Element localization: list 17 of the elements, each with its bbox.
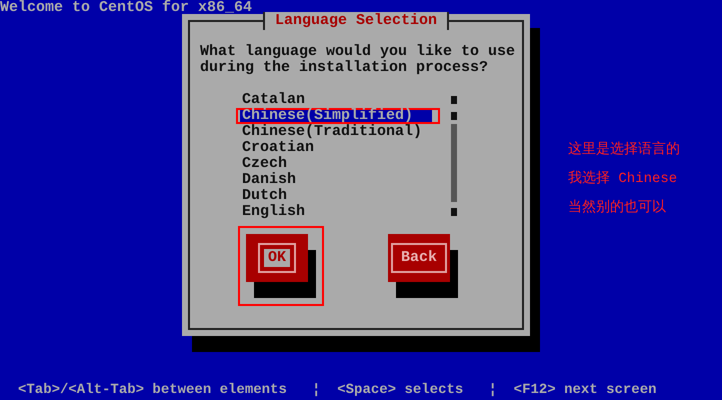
- language-item[interactable]: Croatian: [240, 140, 432, 156]
- language-item[interactable]: Chinese(Simplified): [240, 110, 432, 122]
- annotation-text: 这里是选择语言的: [568, 142, 680, 159]
- annotation-text: 当然别的也可以: [568, 200, 667, 217]
- language-item[interactable]: Danish: [240, 172, 432, 188]
- language-item[interactable]: English: [240, 204, 432, 220]
- annotation-text: 我选择 Chinese: [568, 171, 678, 188]
- status-text: <Tab>/<Alt-Tab> between elements ¦ <Space> selects ¦ <F12> next screen: [17, 382, 658, 400]
- language-item[interactable]: Dutch: [240, 188, 432, 204]
- language-item[interactable]: Chinese(Traditional): [240, 124, 432, 140]
- dialog-button[interactable]: Back: [388, 234, 450, 282]
- language-item[interactable]: Catalan: [240, 92, 432, 108]
- language-item[interactable]: Czech: [240, 156, 432, 172]
- dialog-title: Language Selection: [262, 12, 450, 30]
- dialog-prompt: What language would you like to use during the installation process?: [200, 44, 516, 76]
- scrollbar-icon: [450, 94, 458, 218]
- header-text: Welcome to CentOS for x86_64: [0, 0, 254, 16]
